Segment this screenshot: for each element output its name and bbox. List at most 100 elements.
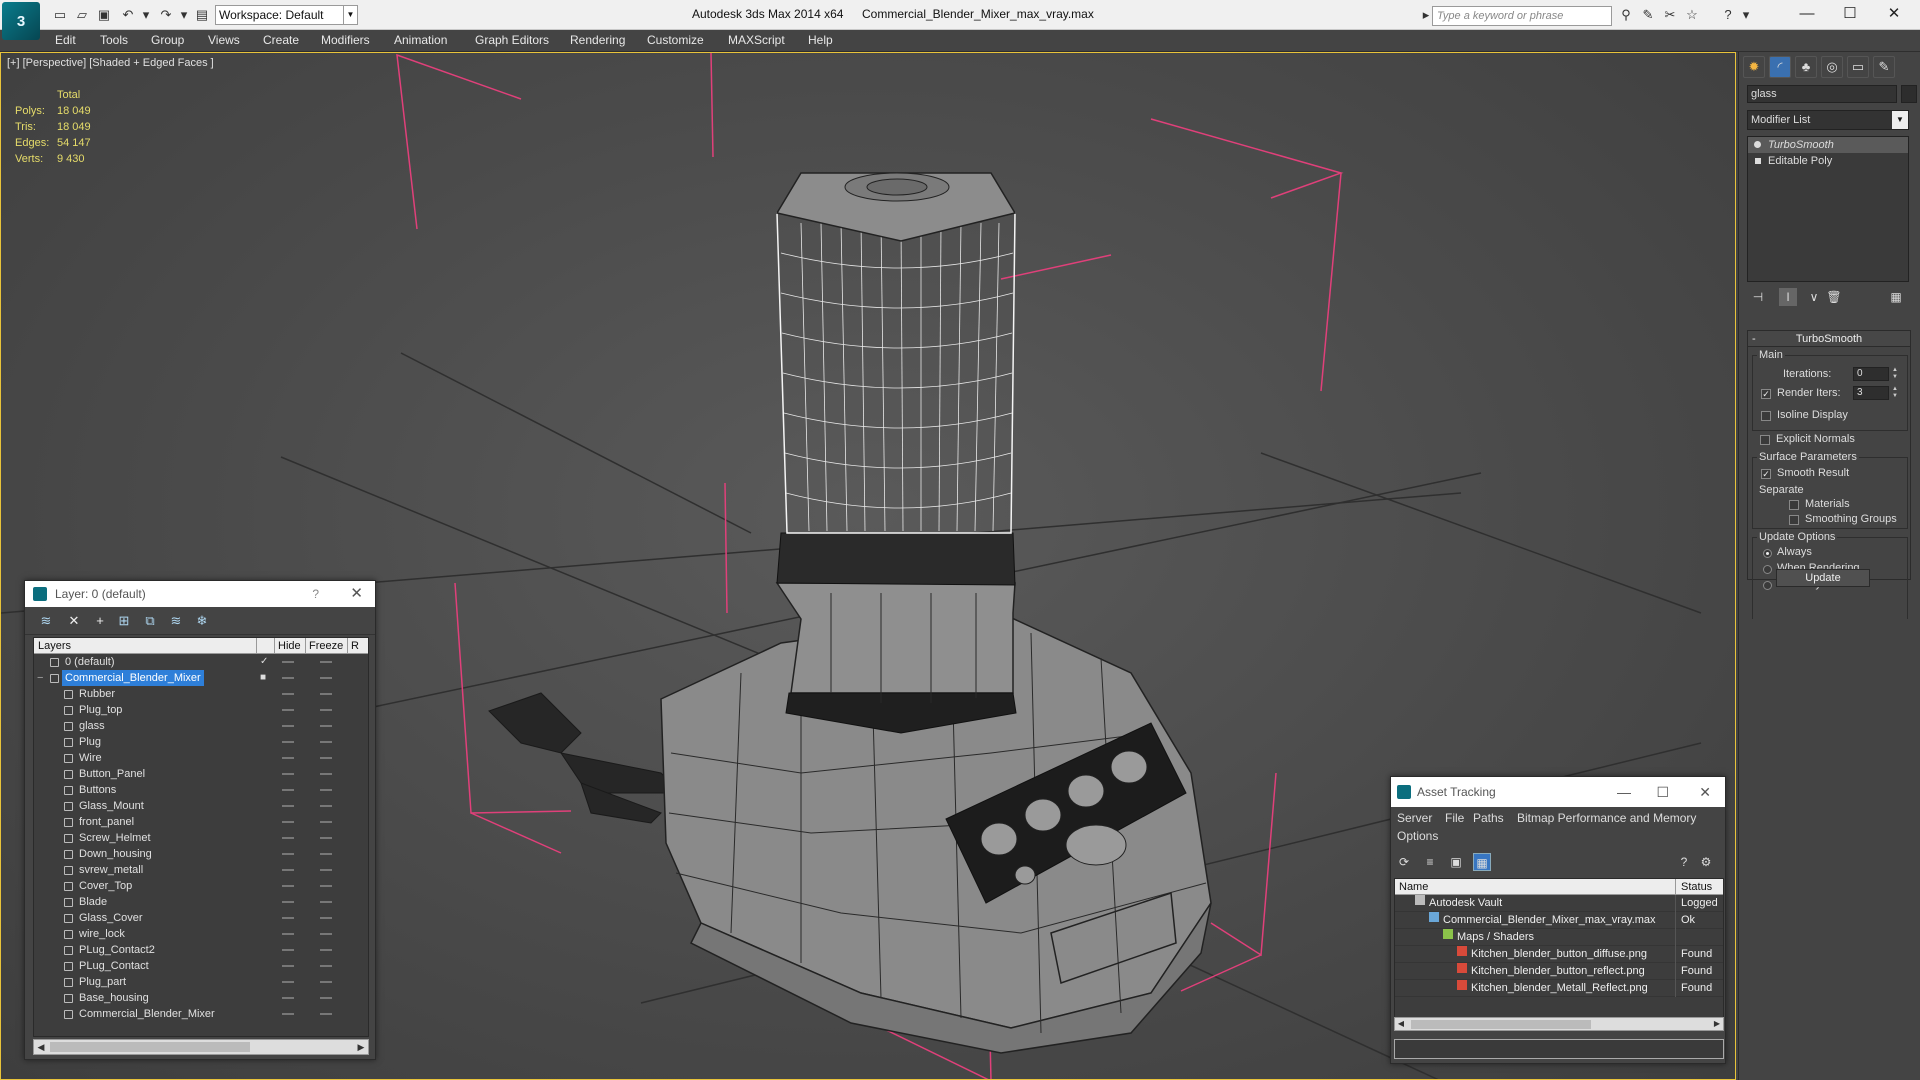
layer-row[interactable]: PLug_Contact2 bbox=[34, 942, 368, 958]
hide-toggle[interactable] bbox=[282, 981, 294, 983]
hide-toggle[interactable] bbox=[282, 853, 294, 855]
layer-name[interactable]: Commercial_Blender_Mixer bbox=[62, 670, 204, 686]
save-file-icon[interactable]: ▣ bbox=[96, 7, 112, 23]
hide-toggle[interactable] bbox=[282, 789, 294, 791]
asset-menu-file[interactable]: File bbox=[1445, 811, 1464, 825]
hide-toggle[interactable] bbox=[282, 693, 294, 695]
collapse-icon[interactable]: - bbox=[1752, 331, 1756, 347]
col-status[interactable]: Status bbox=[1681, 879, 1712, 895]
hide-toggle[interactable] bbox=[282, 661, 294, 663]
minimize-icon[interactable]: — bbox=[1795, 4, 1819, 24]
layer-row[interactable]: svrew_metall bbox=[34, 862, 368, 878]
always-radio[interactable] bbox=[1763, 549, 1772, 558]
viewport-label[interactable]: [+] [Perspective] [Shaded + Edged Faces … bbox=[7, 57, 214, 69]
layer-row[interactable]: Base_housing bbox=[34, 990, 368, 1006]
hide-toggle[interactable] bbox=[282, 709, 294, 711]
thumbnail-view-icon[interactable]: ▣ bbox=[1447, 853, 1465, 871]
render-iters-checkbox[interactable]: ✓ bbox=[1761, 389, 1771, 399]
freeze-toggle[interactable] bbox=[320, 757, 332, 759]
undo-icon[interactable]: ↶ bbox=[120, 7, 136, 23]
freeze-toggle[interactable] bbox=[320, 1013, 332, 1015]
freeze-toggle[interactable] bbox=[320, 949, 332, 951]
freeze-toggle[interactable] bbox=[320, 917, 332, 919]
pin-stack-icon[interactable]: ⊣ bbox=[1749, 288, 1767, 306]
update-button[interactable]: Update bbox=[1776, 569, 1870, 587]
hide-toggle[interactable] bbox=[282, 741, 294, 743]
layer-name[interactable]: wire_lock bbox=[76, 926, 128, 942]
layer-name[interactable]: Down_housing bbox=[76, 846, 155, 862]
collapse-icon[interactable]: − bbox=[37, 670, 43, 686]
layer-row[interactable]: Screw_Helmet bbox=[34, 830, 368, 846]
hide-toggle[interactable] bbox=[282, 901, 294, 903]
asset-window-titlebar[interactable]: Asset Tracking — ☐ ✕ bbox=[1391, 777, 1725, 807]
freeze-toggle[interactable] bbox=[320, 661, 332, 663]
freeze-toggle[interactable] bbox=[320, 997, 332, 999]
menu-customize[interactable]: Customize bbox=[647, 33, 704, 47]
scroll-left-icon[interactable]: ◀ bbox=[1395, 1018, 1407, 1030]
smoothing-groups-checkbox[interactable] bbox=[1789, 515, 1799, 525]
isoline-display-checkbox[interactable] bbox=[1761, 411, 1771, 421]
freeze-toggle[interactable] bbox=[320, 741, 332, 743]
select-objects-icon[interactable]: ⊞ bbox=[115, 612, 133, 630]
menu-edit[interactable]: Edit bbox=[55, 33, 76, 47]
bulb-icon[interactable] bbox=[1754, 141, 1761, 148]
settings-icon[interactable]: ⚙ bbox=[1697, 853, 1715, 871]
layer-row[interactable]: Blade bbox=[34, 894, 368, 910]
layer-name[interactable]: svrew_metall bbox=[76, 862, 146, 878]
layer-row[interactable]: − Commercial_Blender_Mixer ■ bbox=[34, 670, 368, 686]
iterations-spinner[interactable]: 0 bbox=[1853, 367, 1889, 381]
modifier-list-dropdown[interactable]: Modifier List ▼ bbox=[1747, 110, 1909, 130]
col-freeze[interactable]: Freeze bbox=[309, 638, 343, 654]
create-tab-icon[interactable]: ✹ bbox=[1743, 56, 1765, 78]
when-rendering-radio[interactable] bbox=[1763, 565, 1772, 574]
layer-name[interactable]: Wire bbox=[76, 750, 105, 766]
col-layers[interactable]: Layers bbox=[38, 638, 71, 654]
rollout-header[interactable]: - TurboSmooth bbox=[1748, 331, 1910, 347]
open-file-icon[interactable]: ▱ bbox=[74, 7, 90, 23]
menu-maxscript[interactable]: MAXScript bbox=[728, 33, 785, 47]
col-name[interactable]: Name bbox=[1399, 879, 1428, 895]
show-end-result-icon[interactable]: I bbox=[1779, 288, 1797, 306]
hide-toggle[interactable] bbox=[282, 677, 294, 679]
layer-row[interactable]: Plug_part bbox=[34, 974, 368, 990]
asset-row[interactable]: Kitchen_blender_Metall_Reflect.png Found bbox=[1395, 980, 1723, 997]
hide-toggle[interactable] bbox=[282, 917, 294, 919]
layer-name[interactable]: Cover_Top bbox=[76, 878, 135, 894]
layer-name[interactable]: PLug_Contact2 bbox=[76, 942, 158, 958]
freeze-toggle[interactable] bbox=[320, 981, 332, 983]
layer-table[interactable]: Layers Hide Freeze R 0 (default) ✓ − Commer… bbox=[33, 637, 369, 1037]
new-file-icon[interactable]: ▭ bbox=[52, 7, 68, 23]
render-iters-spinner[interactable]: 3 bbox=[1853, 386, 1889, 400]
asset-menu-server[interactable]: Server bbox=[1397, 811, 1432, 825]
minimize-icon[interactable]: — bbox=[1617, 777, 1631, 807]
maximize-icon[interactable]: ☐ bbox=[1838, 4, 1862, 24]
close-icon[interactable]: ✕ bbox=[350, 581, 363, 607]
freeze-toggle[interactable] bbox=[320, 869, 332, 871]
layer-name[interactable]: Buttons bbox=[76, 782, 119, 798]
add-to-layer-icon[interactable]: + bbox=[91, 612, 109, 630]
motion-tab-icon[interactable]: ◎ bbox=[1821, 56, 1843, 78]
workspace-select[interactable]: Workspace: Default ▼ bbox=[215, 5, 358, 25]
materials-checkbox[interactable] bbox=[1789, 500, 1799, 510]
freeze-toggle[interactable] bbox=[320, 693, 332, 695]
refresh-icon[interactable]: ⟳ bbox=[1395, 853, 1413, 871]
hide-toggle[interactable] bbox=[282, 773, 294, 775]
help-dropdown-icon[interactable]: ▾ bbox=[1738, 7, 1754, 23]
layer-name[interactable]: Commercial_Blender_Mixer bbox=[76, 1006, 218, 1022]
layer-row[interactable]: Down_housing bbox=[34, 846, 368, 862]
hide-toggle[interactable] bbox=[282, 821, 294, 823]
layer-row[interactable]: Cover_Top bbox=[34, 878, 368, 894]
layer-row[interactable]: Glass_Cover bbox=[34, 910, 368, 926]
stack-item-turbosmooth[interactable]: TurboSmooth bbox=[1748, 137, 1908, 153]
hide-toggle[interactable] bbox=[282, 997, 294, 999]
modify-tab-icon[interactable]: ◜ bbox=[1769, 56, 1791, 78]
asset-row[interactable]: Commercial_Blender_Mixer_max_vray.max Ok bbox=[1395, 912, 1723, 929]
hide-toggle[interactable] bbox=[282, 805, 294, 807]
list-view-icon[interactable]: ≡ bbox=[1421, 853, 1439, 871]
hide-toggle[interactable] bbox=[282, 1013, 294, 1015]
menu-views[interactable]: Views bbox=[208, 33, 240, 47]
scroll-right-icon[interactable]: ▶ bbox=[354, 1040, 368, 1054]
freeze-toggle[interactable] bbox=[320, 805, 332, 807]
asset-menu-options[interactable]: Options bbox=[1397, 829, 1438, 843]
layer-row[interactable]: front_panel bbox=[34, 814, 368, 830]
